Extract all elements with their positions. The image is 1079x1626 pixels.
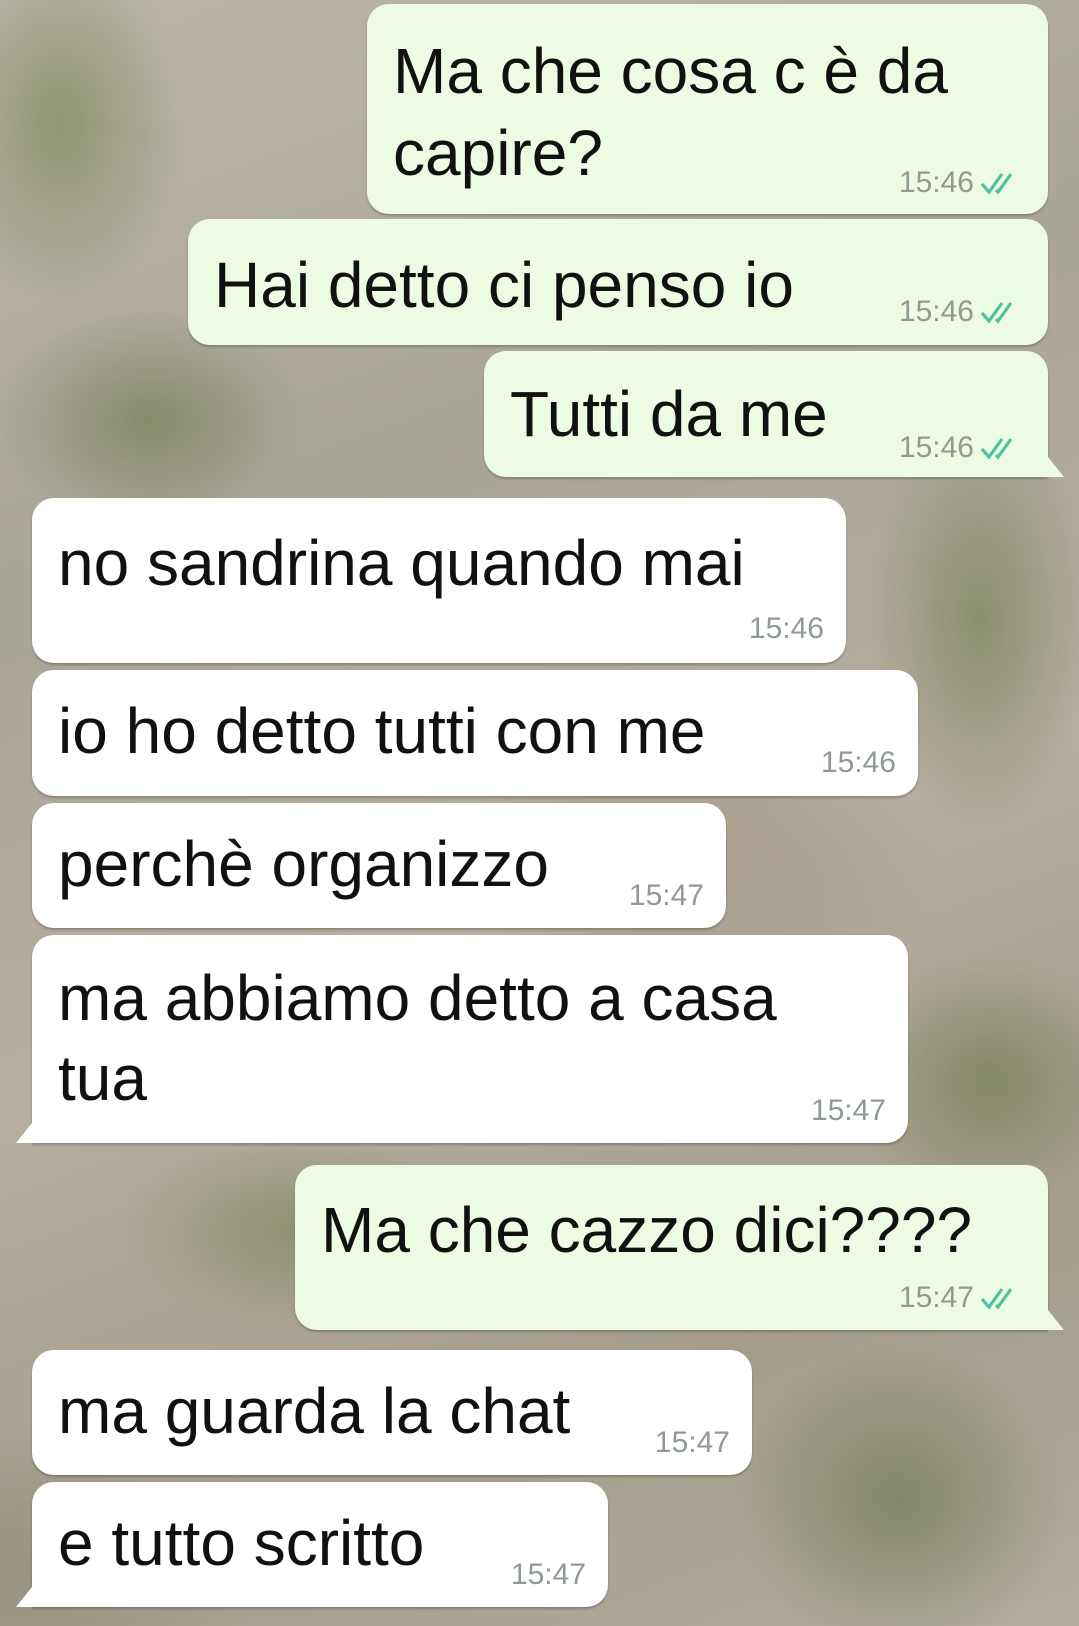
message-text: Ma che cosa c è da [393, 35, 948, 107]
message-meta: 15:46 [899, 431, 1026, 465]
message-meta: 15:47 [511, 1558, 586, 1592]
incoming-message[interactable]: perchè organizzo 15:47 [32, 803, 726, 928]
double-check-icon [980, 1288, 1013, 1310]
message-time: 15:47 [898, 1281, 974, 1314]
bubble-tail [16, 1587, 32, 1607]
message-meta: 15:47 [629, 879, 704, 913]
message-text: e tutto scritto [58, 1507, 425, 1579]
incoming-message[interactable]: ma guarda la chat 15:47 [32, 1350, 752, 1475]
message-text: Hai detto ci penso io [214, 249, 794, 321]
message-time: 15:47 [628, 879, 704, 912]
message-meta: 15:47 [655, 1426, 730, 1460]
message-meta: 15:47 [899, 1281, 1026, 1315]
message-text: Tutti da me [510, 378, 828, 450]
message-text: io ho detto tutti con me [58, 695, 706, 767]
message-text: ma guarda la chat [58, 1375, 571, 1447]
message-time: 15:47 [510, 1558, 586, 1591]
message-text: ma abbiamo detto a casa [58, 962, 777, 1034]
message-meta: 15:46 [821, 746, 896, 780]
bubble-tail [16, 1123, 32, 1143]
message-text: no sandrina quando mai [58, 527, 745, 599]
message-time: 15:46 [898, 166, 974, 199]
incoming-message[interactable]: no sandrina quando mai 15:46 [32, 498, 846, 663]
message-text: tua [58, 1042, 147, 1114]
message-meta: 15:47 [811, 1094, 886, 1128]
bubble-tail [1048, 1310, 1064, 1330]
message-time: 15:46 [820, 746, 896, 779]
outgoing-message[interactable]: Ma che cazzo dici???? 15:47 [295, 1165, 1064, 1330]
message-time: 15:46 [748, 612, 824, 645]
double-check-icon [980, 438, 1013, 460]
incoming-message[interactable]: io ho detto tutti con me 15:46 [32, 670, 918, 796]
message-time: 15:46 [898, 431, 974, 464]
message-time: 15:47 [810, 1094, 886, 1127]
message-meta: 15:46 [899, 166, 1026, 200]
incoming-message[interactable]: e tutto scritto 15:47 [16, 1482, 608, 1607]
double-check-icon [980, 173, 1013, 195]
bubble-tail [1048, 457, 1064, 477]
message-time: 15:47 [654, 1426, 730, 1459]
outgoing-message[interactable]: Ma che cosa c è da capire? 15:46 [367, 4, 1048, 214]
outgoing-message[interactable]: Tutti da me 15:46 [484, 351, 1064, 477]
message-meta: 15:46 [899, 295, 1026, 329]
message-text: Ma che cazzo dici???? [321, 1194, 973, 1266]
outgoing-message[interactable]: Hai detto ci penso io 15:46 [188, 219, 1048, 345]
double-check-icon [980, 302, 1013, 324]
incoming-message[interactable]: ma abbiamo detto a casa tua 15:47 [16, 935, 908, 1143]
message-text: perchè organizzo [58, 828, 549, 900]
message-time: 15:46 [898, 295, 974, 328]
message-meta: 15:46 [749, 612, 824, 646]
message-text: capire? [393, 117, 603, 189]
